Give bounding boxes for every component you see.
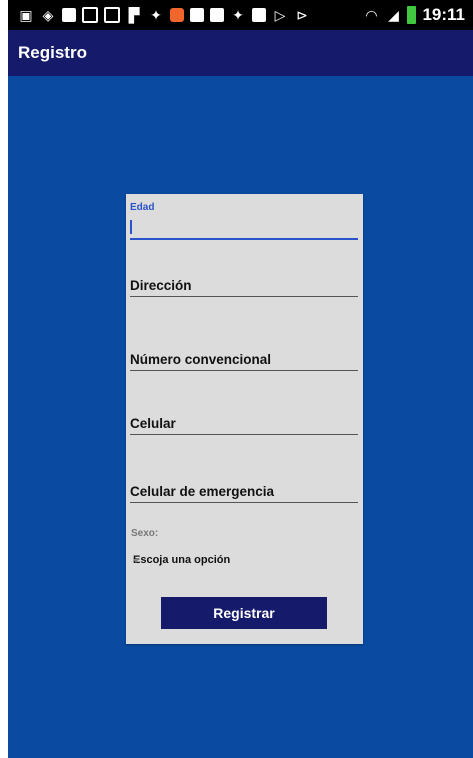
- edad-label: Edad: [130, 202, 155, 213]
- dropdown-arrow-icon: [133, 559, 139, 563]
- twitter-icon: ✦: [232, 7, 244, 23]
- sexo-label: Sexo:: [131, 528, 159, 539]
- direccion-placeholder: Dirección: [130, 278, 192, 293]
- clock: 19:11: [422, 5, 465, 24]
- wifi-icon: ◠: [365, 7, 378, 23]
- app-bar: Registro: [8, 30, 473, 76]
- registrar-button[interactable]: Registrar: [161, 597, 327, 629]
- status-right: ◠ ◢ 19:11: [363, 5, 473, 25]
- signal-icon: ◢: [388, 7, 399, 23]
- play-store-icon: ▷: [274, 7, 286, 23]
- numero-convencional-input[interactable]: Número convencional: [130, 344, 358, 371]
- youtube-icon: [210, 8, 224, 22]
- app-icon: ▛: [128, 7, 140, 23]
- email-icon: [104, 7, 120, 23]
- text-cursor: [130, 220, 132, 234]
- notes-icon: [62, 8, 76, 22]
- status-bar: ▣ ◈ ▛ ✦ ✦ ▷ ⊳ ◠ ◢ 19:11: [8, 0, 473, 30]
- sexo-select[interactable]: Escoja una opción: [130, 550, 360, 572]
- direccion-input[interactable]: Dirección: [130, 270, 358, 297]
- sexo-selected-value: Escoja una opción: [133, 554, 231, 566]
- flipboard-icon: ▣: [19, 7, 33, 23]
- youtube-icon: [252, 8, 266, 22]
- numero-convencional-placeholder: Número convencional: [130, 352, 272, 367]
- app-title: Registro: [18, 43, 87, 62]
- image-icon: [82, 7, 98, 23]
- battery-icon: [407, 6, 417, 24]
- registration-form: Edad Dirección Número convencional Celul…: [126, 194, 363, 644]
- celular-placeholder: Celular: [130, 416, 176, 431]
- play-icon: [170, 8, 184, 22]
- edad-input[interactable]: [130, 216, 358, 240]
- twitter-icon: ✦: [150, 7, 162, 23]
- celular-input[interactable]: Celular: [130, 408, 358, 435]
- location-icon: ◈: [42, 7, 54, 23]
- notification-icons: ▣ ◈ ▛ ✦ ✦ ▷ ⊳: [8, 7, 310, 23]
- screen: ▣ ◈ ▛ ✦ ✦ ▷ ⊳ ◠ ◢ 19:11 Registro Edad Di…: [8, 0, 473, 758]
- celular-emergencia-placeholder: Celular de emergencia: [130, 484, 275, 499]
- play-store-icon: ⊳: [296, 7, 308, 23]
- celular-emergencia-input[interactable]: Celular de emergencia: [130, 476, 358, 503]
- youtube-icon: [190, 8, 204, 22]
